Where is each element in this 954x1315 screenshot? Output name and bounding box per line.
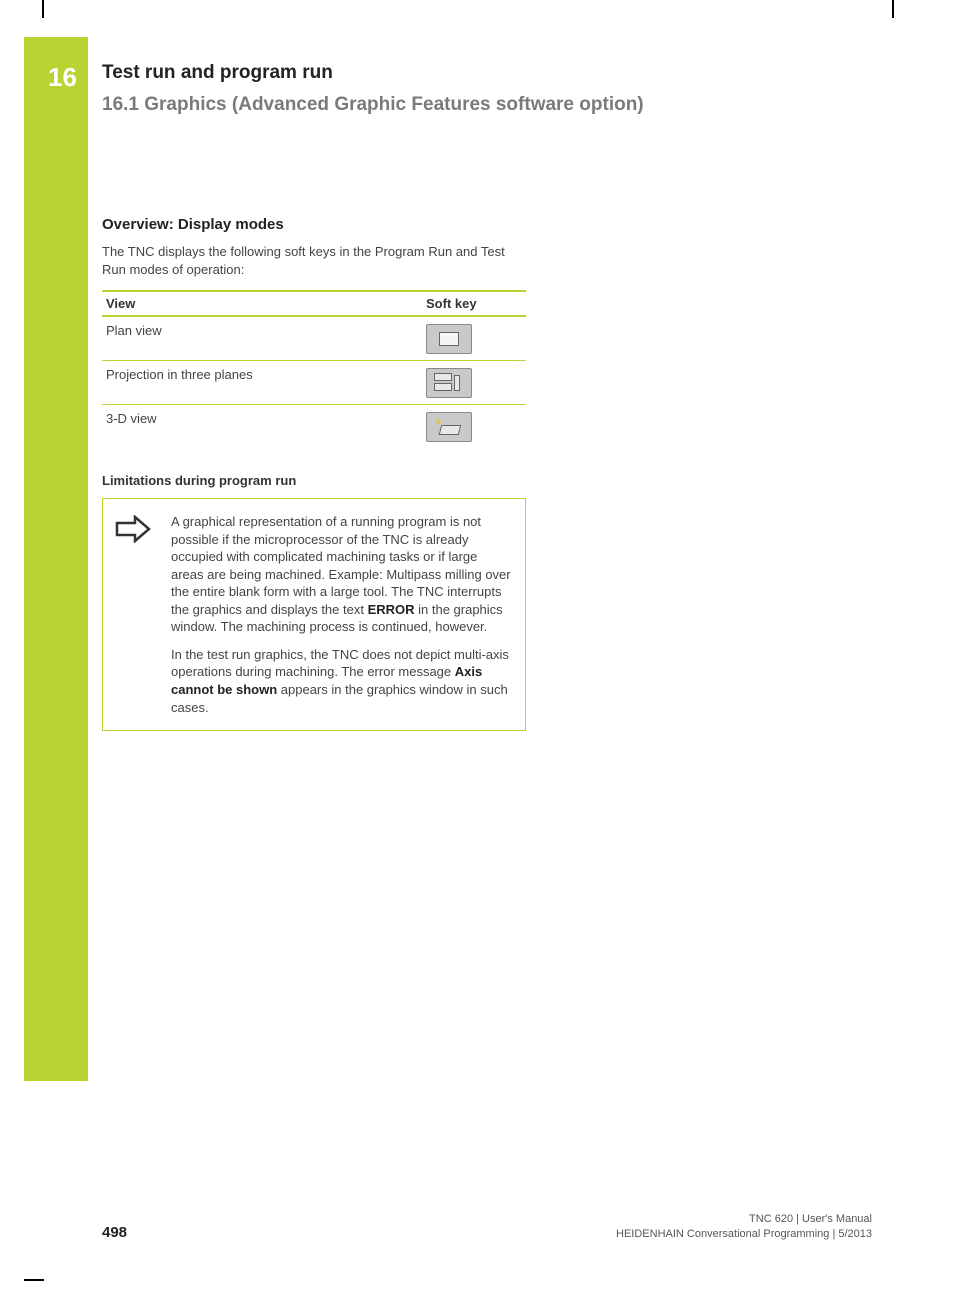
view-label: Plan view — [102, 317, 426, 338]
note-text: A graphical representation of a running … — [171, 513, 513, 716]
chapter-title: Test run and program run — [102, 62, 872, 84]
table-header-row: View Soft key — [102, 290, 526, 317]
error-bold: ERROR — [368, 602, 415, 617]
table-row: Plan view — [102, 317, 526, 361]
overview-heading: Overview: Display modes — [102, 216, 872, 233]
page-number: 498 — [102, 1224, 127, 1241]
limitation-para-2: In the test run graphics, the TNC does n… — [171, 646, 513, 716]
page-footer: 498 TNC 620 | User's Manual HEIDENHAIN C… — [102, 1212, 872, 1241]
footer-line-2: HEIDENHAIN Conversational Programming | … — [616, 1227, 872, 1241]
crop-mark — [892, 0, 894, 18]
crop-mark — [24, 1279, 44, 1281]
arrow-right-icon — [115, 513, 155, 716]
page-content: Test run and program run 16.1 Graphics (… — [102, 62, 872, 731]
note-box: A graphical representation of a running … — [102, 498, 526, 731]
limitations-heading: Limitations during program run — [102, 473, 872, 488]
col-header-view: View — [102, 296, 426, 311]
plan-view-icon — [426, 324, 472, 354]
limitation-para-1: A graphical representation of a running … — [171, 513, 513, 636]
three-planes-icon — [426, 368, 472, 398]
table-row: Projection in three planes — [102, 361, 526, 405]
overview-intro: The TNC displays the following soft keys… — [102, 243, 522, 278]
chapter-number: 16 — [48, 62, 77, 93]
view-label: 3-D view — [102, 405, 426, 426]
footer-line-1: TNC 620 | User's Manual — [616, 1212, 872, 1226]
display-modes-table: View Soft key Plan view Projection in th… — [102, 290, 526, 449]
table-row: 3-D view — [102, 405, 526, 449]
chapter-sidebar — [24, 37, 88, 1081]
section-title: 16.1 Graphics (Advanced Graphic Features… — [102, 94, 872, 116]
view-label: Projection in three planes — [102, 361, 426, 382]
crop-mark — [42, 0, 44, 18]
footer-right: TNC 620 | User's Manual HEIDENHAIN Conve… — [616, 1212, 872, 1241]
col-header-softkey: Soft key — [426, 296, 526, 311]
3d-view-icon — [426, 412, 472, 442]
